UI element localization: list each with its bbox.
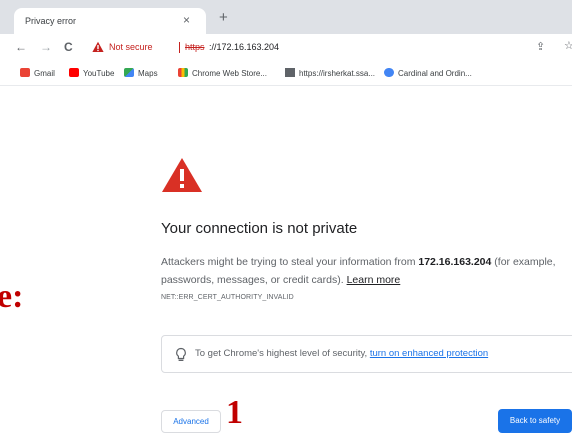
- tab-close-icon[interactable]: ×: [183, 12, 190, 28]
- bookmark-chrome-web-store[interactable]: Chrome Web Store...: [178, 68, 267, 80]
- youtube-icon: [69, 68, 79, 77]
- bookmark-label: Gmail: [34, 69, 55, 78]
- bookmark-youtube[interactable]: YouTube: [69, 68, 114, 80]
- advanced-button[interactable]: Advanced: [161, 410, 221, 433]
- tab-title: Privacy error: [25, 16, 77, 26]
- warning-description: Attackers might be trying to steal your …: [161, 253, 566, 289]
- enhanced-protection-link[interactable]: turn on enhanced protection: [370, 348, 488, 359]
- error-code: NET::ERR_CERT_AUTHORITY_INVALID: [161, 294, 294, 301]
- warning-triangle-icon: [162, 158, 202, 192]
- tab-privacy-error[interactable]: Privacy error ×: [14, 8, 206, 34]
- bookmark-label: Chrome Web Store...: [192, 69, 267, 78]
- bookmark-label: Maps: [138, 69, 158, 78]
- bookmark-label: https://irsherkat.ssa...: [299, 69, 376, 78]
- maps-icon: [124, 68, 134, 77]
- bookmark-irsherkat[interactable]: https://irsherkat.ssa...: [285, 68, 375, 80]
- share-icon[interactable]: ⇪: [536, 40, 545, 53]
- description-text: Attackers might be trying to steal your …: [161, 256, 419, 268]
- address-bar[interactable]: Not secure https ://172.16.163.204: [84, 37, 572, 59]
- bookmark-label: YouTube: [83, 69, 115, 78]
- gmail-icon: [20, 68, 30, 77]
- learn-more-link[interactable]: Learn more: [347, 274, 401, 286]
- bookmark-label: Cardinal and Ordin...: [398, 69, 472, 78]
- back-arrow-icon[interactable]: ←: [15, 40, 27, 54]
- reload-icon[interactable]: C: [64, 40, 73, 54]
- url-separator: [179, 42, 180, 53]
- enhanced-protection-promo: To get Chrome's highest level of securit…: [161, 335, 572, 373]
- not-secure-warning-icon[interactable]: [92, 41, 104, 53]
- bookmark-gmail[interactable]: Gmail: [20, 68, 55, 80]
- url-host: ://172.16.163.204: [209, 42, 280, 52]
- lightbulb-icon: [176, 347, 186, 361]
- bookmarks-bar: Gmail YouTube Maps Chrome Web Store... h…: [0, 62, 572, 86]
- back-to-safety-button[interactable]: Back to safety: [498, 409, 572, 433]
- step-number-annotation: 1: [226, 394, 243, 431]
- cardinal-icon: [384, 68, 394, 77]
- chrome-web-store-icon: [178, 68, 188, 77]
- site-icon: [285, 68, 295, 77]
- bookmark-maps[interactable]: Maps: [124, 68, 158, 80]
- bookmark-star-icon[interactable]: ☆: [564, 39, 572, 52]
- promo-text: To get Chrome's highest level of securit…: [195, 348, 488, 359]
- tab-strip: Privacy error × +: [0, 0, 572, 34]
- description-host: 172.16.163.204: [418, 256, 492, 268]
- bookmark-cardinal[interactable]: Cardinal and Ordin...: [384, 68, 472, 80]
- not-secure-label[interactable]: Not secure: [109, 42, 153, 52]
- promo-text-plain: To get Chrome's highest level of securit…: [195, 348, 370, 359]
- new-tab-button[interactable]: +: [219, 10, 228, 25]
- url-scheme: https: [185, 42, 205, 52]
- browser-window: Privacy error × + ← → C Not secure https…: [0, 0, 572, 434]
- left-edge-annotation: e:: [0, 278, 24, 315]
- forward-arrow-icon[interactable]: →: [40, 40, 52, 54]
- toolbar: ← → C Not secure https ://172.16.163.204: [0, 34, 572, 62]
- page-title: Your connection is not private: [161, 220, 358, 237]
